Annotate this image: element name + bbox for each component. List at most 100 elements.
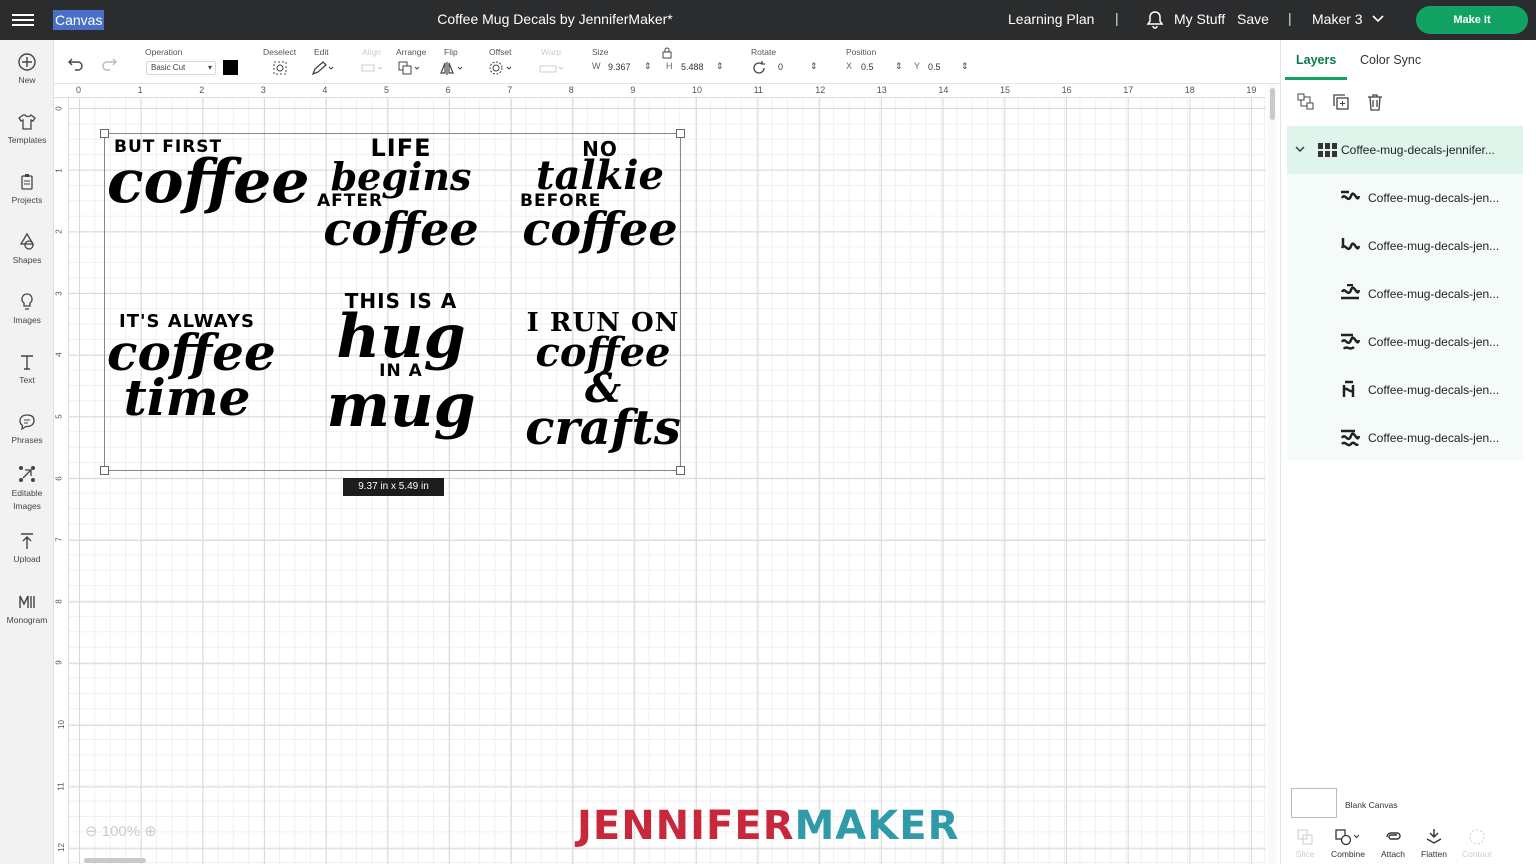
decal-but-first-coffee[interactable]: BUT FIRST coffee — [107, 138, 310, 212]
my-stuff-link[interactable]: My Stuff — [1174, 11, 1225, 27]
decal-this-is-a-hug-in-a-mug[interactable]: THIS IS A hug IN A mug — [317, 291, 485, 436]
height-input[interactable]: 5.488 — [681, 62, 704, 72]
resize-handle[interactable] — [100, 129, 109, 138]
ruler-tick-label: 7 — [54, 537, 64, 542]
x-label: X — [846, 61, 853, 71]
sidebar-item-label: Text — [19, 375, 35, 385]
width-input[interactable]: 9.367 — [608, 62, 631, 72]
active-tab-indicator — [1285, 77, 1347, 80]
blank-canvas-swatch[interactable] — [1291, 788, 1337, 818]
learning-plan-link[interactable]: Learning Plan — [1008, 11, 1094, 27]
slice-button: Slice — [1285, 828, 1325, 859]
document-title[interactable]: Coffee Mug Decals by JenniferMaker* — [0, 11, 1110, 27]
layer-thumbnail-icon — [1340, 429, 1361, 447]
sidebar-item-text[interactable]: Text — [0, 352, 54, 385]
sidebar-item-editable-images[interactable]: Editable Images — [0, 464, 54, 513]
save-button[interactable]: Save — [1237, 11, 1269, 27]
shapes-icon — [19, 232, 35, 250]
combine-button[interactable]: Combine — [1328, 828, 1368, 859]
ruler-tick-label: 4 — [54, 352, 64, 358]
sidebar-item-label: Projects — [11, 195, 43, 205]
ruler-horizontal: 0 1 2 3 4 5 6 7 8 9 10 11 12 13 14 15 16 17 18 19 — [54, 84, 1266, 98]
offset-icon[interactable] — [488, 60, 514, 76]
vertical-scrollbar[interactable] — [1268, 84, 1276, 864]
decal-i-run-on-coffee-crafts[interactable]: I RUN ON coffee & crafts — [525, 310, 681, 453]
decal-life-begins-after-coffee[interactable]: LIFE begins AFTER coffee — [317, 136, 485, 252]
layer-row[interactable]: Coffee-mug-decals-jen... — [1287, 222, 1523, 270]
decal-its-always-coffee-time[interactable]: IT'S ALWAYS coffee time — [107, 312, 276, 422]
redo-icon[interactable] — [100, 55, 118, 71]
color-swatch[interactable] — [223, 60, 238, 75]
tab-color-sync[interactable]: Color Sync — [1360, 53, 1421, 67]
monogram-icon — [19, 595, 35, 608]
sidebar-item-label: New — [18, 75, 36, 85]
edit-pen-icon[interactable] — [311, 60, 335, 76]
layer-row[interactable]: Coffee-mug-decals-jen... — [1287, 270, 1523, 318]
resize-handle[interactable] — [100, 466, 109, 475]
operation-label: Operation — [145, 47, 183, 57]
resize-handle[interactable] — [676, 129, 685, 138]
undo-icon[interactable] — [67, 55, 85, 71]
sidebar-item-label: Templates — [7, 135, 47, 145]
sidebar-item-images[interactable]: Images — [0, 292, 54, 325]
y-input[interactable]: 0.5 — [928, 62, 941, 72]
design-canvas[interactable]: BUT FIRST coffee LIFE begins AFTER coffe… — [69, 98, 1266, 864]
height-label: H — [666, 61, 673, 71]
sidebar-item-upload[interactable]: Upload — [0, 531, 54, 564]
shirt-icon — [18, 114, 36, 130]
machine-selector[interactable]: Maker 3 — [1312, 11, 1363, 27]
make-it-button[interactable]: Make It — [1416, 6, 1528, 34]
arrange-icon[interactable] — [397, 60, 421, 76]
trash-icon[interactable] — [1365, 92, 1385, 112]
ruler-tick-label: 6 — [54, 475, 64, 481]
x-input[interactable]: 0.5 — [861, 62, 874, 72]
layer-list: Coffee-mug-decals-jennifer... Coffee-mug… — [1287, 126, 1523, 460]
ruler-tick-label: 2 — [199, 85, 205, 95]
contour-button: Contour — [1457, 828, 1497, 859]
align-label: Align — [362, 47, 381, 57]
attach-button[interactable]: Attach — [1373, 828, 1413, 859]
group-icon[interactable] — [1296, 92, 1316, 112]
width-stepper-icon[interactable]: ⇕ — [644, 61, 652, 72]
tab-layers[interactable]: Layers — [1296, 53, 1336, 67]
chevron-down-icon[interactable] — [1371, 12, 1385, 26]
sidebar-item-templates[interactable]: Templates — [0, 112, 54, 145]
bell-icon[interactable] — [1146, 10, 1164, 30]
duplicate-icon[interactable] — [1331, 92, 1351, 112]
decal-no-talkie-before-coffee[interactable]: NO talkie BEFORE coffee — [520, 139, 680, 253]
zoom-control: ⊖ 100% ⊕ — [85, 822, 157, 840]
height-stepper-icon[interactable]: ⇕ — [716, 61, 724, 72]
operation-select[interactable]: Basic Cut — [146, 61, 216, 75]
sidebar-item-new[interactable]: New — [0, 52, 54, 85]
layer-row[interactable]: Coffee-mug-decals-jen... — [1287, 318, 1523, 366]
y-stepper-icon[interactable]: ⇕ — [961, 61, 969, 72]
x-stepper-icon[interactable]: ⇕ — [895, 61, 903, 72]
flip-icon[interactable] — [440, 60, 464, 76]
lock-icon[interactable] — [662, 47, 672, 59]
layer-name: Coffee-mug-decals-jen... — [1368, 239, 1500, 253]
deselect-icon[interactable] — [272, 60, 288, 76]
rotate-stepper-icon[interactable]: ⇕ — [810, 61, 818, 72]
horizontal-scrollbar[interactable] — [84, 858, 146, 863]
ruler-tick-label: 18 — [1184, 85, 1195, 95]
sidebar-item-shapes[interactable]: Shapes — [0, 232, 54, 265]
layer-row[interactable]: Coffee-mug-decals-jen... — [1287, 174, 1523, 222]
sidebar-item-phrases[interactable]: Phrases — [0, 412, 54, 445]
layer-group-row[interactable]: Coffee-mug-decals-jennifer... — [1287, 126, 1523, 174]
layer-row[interactable]: Coffee-mug-decals-jen... — [1287, 366, 1523, 414]
sidebar-item-monogram[interactable]: Monogram — [0, 592, 54, 625]
ruler-tick-label: 10 — [692, 85, 703, 95]
rotate-input[interactable]: 0 — [778, 62, 783, 72]
ruler-tick-label: 3 — [54, 291, 64, 296]
selection-box[interactable]: BUT FIRST coffee LIFE begins AFTER coffe… — [100, 129, 685, 475]
editable-image-icon — [19, 466, 35, 482]
position-label: Position — [846, 47, 877, 57]
warp-label: Warp — [541, 47, 561, 57]
flatten-button[interactable]: Flatten — [1414, 828, 1454, 859]
resize-handle[interactable] — [676, 466, 685, 475]
sidebar-item-projects[interactable]: Projects — [0, 172, 54, 205]
chevron-down-icon[interactable] — [1295, 144, 1305, 154]
layer-row[interactable]: Coffee-mug-decals-jen... — [1287, 414, 1523, 462]
ruler-tick-label: 12 — [56, 843, 66, 853]
contour-icon — [1469, 829, 1485, 845]
